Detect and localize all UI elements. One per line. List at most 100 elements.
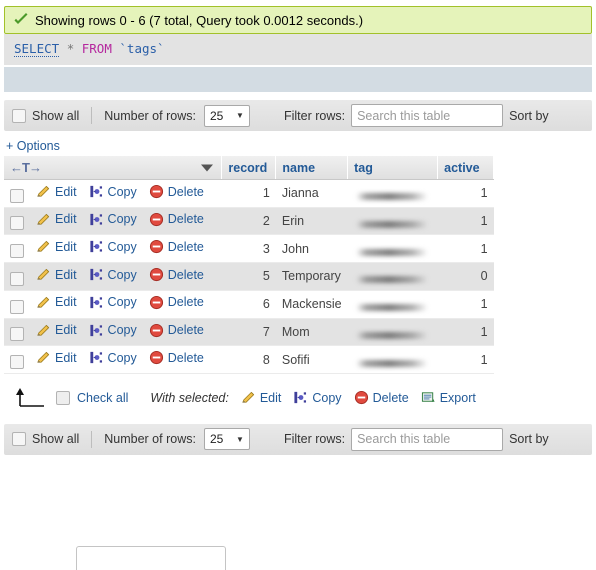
row-delete-label: Delete xyxy=(167,295,204,310)
row-copy-link[interactable]: Copy xyxy=(89,295,137,310)
row-delete-link[interactable]: Delete xyxy=(149,212,204,227)
results-table-body: Edit Copy Delete 1 Jianna 1 Edit Copy Delete 2 Eri… xyxy=(4,179,494,374)
row-select-checkbox[interactable] xyxy=(10,216,24,231)
with-selected-bar: Check all With selected: Edit Copy Delet… xyxy=(14,386,596,410)
query-operations-panel[interactable] xyxy=(76,546,226,570)
row-edit-link[interactable]: Edit xyxy=(36,295,77,310)
delete-circle-icon xyxy=(149,323,163,337)
cell-active: 1 xyxy=(437,179,494,208)
table-row: Edit Copy Delete 2 Erin 1 xyxy=(4,207,494,236)
row-edit-link[interactable]: Edit xyxy=(36,212,77,227)
check-all-label[interactable]: Check all xyxy=(77,391,128,405)
green-check-icon xyxy=(14,13,28,24)
cell-tag-redacted xyxy=(347,345,438,374)
row-select-checkbox[interactable] xyxy=(10,354,24,369)
row-delete-link[interactable]: Delete xyxy=(149,295,204,310)
row-delete-link[interactable]: Delete xyxy=(149,239,204,254)
row-copy-link[interactable]: Copy xyxy=(89,184,137,199)
bulk-edit-button[interactable]: Edit xyxy=(241,390,281,405)
row-copy-link[interactable]: Copy xyxy=(89,212,137,227)
row-select-checkbox[interactable] xyxy=(10,327,24,342)
row-copy-link[interactable]: Copy xyxy=(89,267,137,282)
copy-icon xyxy=(89,352,102,364)
cell-active: 1 xyxy=(437,290,494,319)
results-table-header-row: ←T→ record name tag active xyxy=(4,156,495,180)
show-all-label-top[interactable]: Show all xyxy=(32,109,79,123)
column-header-active[interactable]: active xyxy=(437,156,495,180)
cell-tag-redacted xyxy=(347,207,438,236)
chevron-down-icon: ▼ xyxy=(236,434,244,444)
delete-circle-icon xyxy=(149,351,163,365)
cell-name: Erin xyxy=(275,207,348,236)
row-delete-link[interactable]: Delete xyxy=(149,350,204,365)
show-all-checkbox-top[interactable] xyxy=(12,108,26,123)
cell-name: Sofifi xyxy=(275,345,348,374)
row-edit-label: Edit xyxy=(55,212,77,227)
row-navigation-icon[interactable]: ←T→ xyxy=(10,160,42,175)
sql-keyword-select[interactable]: SELECT xyxy=(14,41,60,57)
column-header-name[interactable]: name xyxy=(275,156,349,180)
sql-star: * xyxy=(66,41,75,56)
row-copy-label: Copy xyxy=(107,295,137,310)
query-result-text: Showing rows 0 - 6 (7 total, Query took … xyxy=(35,12,364,28)
row-select-checkbox[interactable] xyxy=(10,299,24,314)
cell-name: John xyxy=(275,234,348,264)
row-edit-link[interactable]: Edit xyxy=(36,267,77,282)
show-all-checkbox-bottom[interactable] xyxy=(12,432,26,447)
row-copy-link[interactable]: Copy xyxy=(89,239,137,254)
row-delete-label: Delete xyxy=(167,239,204,254)
row-copy-link[interactable]: Copy xyxy=(89,350,137,365)
options-row: + Options xyxy=(6,139,596,153)
row-select-checkbox[interactable] xyxy=(10,271,24,286)
cell-record: 2 xyxy=(221,207,276,236)
options-toggle-link[interactable]: + Options xyxy=(6,139,60,153)
pencil-icon xyxy=(37,296,50,308)
select-all-arrow-icon[interactable] xyxy=(14,386,48,410)
redaction-blur xyxy=(355,304,428,312)
row-edit-link[interactable]: Edit xyxy=(36,239,77,254)
number-of-rows-select-top[interactable]: 25 ▼ xyxy=(203,104,250,127)
results-toolbar-bottom: Show all Number of rows: 25 ▼ Filter row… xyxy=(4,423,592,455)
column-header-actions: ←T→ xyxy=(4,156,223,180)
sort-caret-icon[interactable] xyxy=(201,164,214,171)
bulk-delete-button[interactable]: Delete xyxy=(354,390,409,405)
row-copy-label: Copy xyxy=(107,267,137,282)
filter-rows-input-bottom[interactable]: Search this table xyxy=(351,427,504,451)
row-edit-link[interactable]: Edit xyxy=(36,323,77,338)
show-all-label-bottom[interactable]: Show all xyxy=(32,432,79,446)
row-copy-label: Copy xyxy=(107,239,137,254)
number-of-rows-select-bottom[interactable]: 25 ▼ xyxy=(203,428,250,451)
row-actions-cell: Edit Copy Delete xyxy=(4,345,222,374)
check-all-checkbox[interactable] xyxy=(56,390,70,405)
bulk-export-button[interactable]: Export xyxy=(421,390,476,405)
bulk-copy-button[interactable]: Copy xyxy=(293,390,342,405)
row-select-checkbox[interactable] xyxy=(10,188,24,203)
row-edit-link[interactable]: Edit xyxy=(36,184,77,199)
pencil-icon xyxy=(37,324,50,336)
row-actions-cell: Edit Copy Delete xyxy=(4,179,222,208)
table-row: Edit Copy Delete 5 Temporary 0 xyxy=(4,262,494,291)
row-copy-label: Copy xyxy=(107,350,137,365)
results-toolbar-top: Show all Number of rows: 25 ▼ Filter row… xyxy=(4,100,592,131)
cell-active: 1 xyxy=(437,345,494,374)
row-delete-link[interactable]: Delete xyxy=(149,267,204,282)
table-row: Edit Copy Delete 3 John 1 xyxy=(4,234,494,264)
cell-name: Mom xyxy=(275,318,348,347)
bulk-delete-label: Delete xyxy=(372,390,409,405)
chevron-down-icon: ▼ xyxy=(236,111,244,120)
copy-icon xyxy=(89,241,102,253)
toolbar-divider-bottom xyxy=(91,430,93,448)
toolbar-divider-top xyxy=(91,107,93,124)
column-header-tag[interactable]: tag xyxy=(347,156,439,180)
row-delete-link[interactable]: Delete xyxy=(149,323,204,338)
sql-query-box[interactable]: SELECT * FROM `tags` xyxy=(4,34,592,65)
row-actions-cell: Edit Copy Delete xyxy=(4,234,222,264)
row-copy-link[interactable]: Copy xyxy=(89,323,137,338)
column-header-record[interactable]: record xyxy=(221,156,277,180)
row-delete-label: Delete xyxy=(167,212,204,227)
row-select-checkbox[interactable] xyxy=(10,244,24,259)
filter-rows-input-top[interactable]: Search this table xyxy=(351,104,504,127)
row-edit-link[interactable]: Edit xyxy=(36,350,77,365)
query-actions-band xyxy=(4,67,592,92)
row-delete-link[interactable]: Delete xyxy=(149,184,204,199)
